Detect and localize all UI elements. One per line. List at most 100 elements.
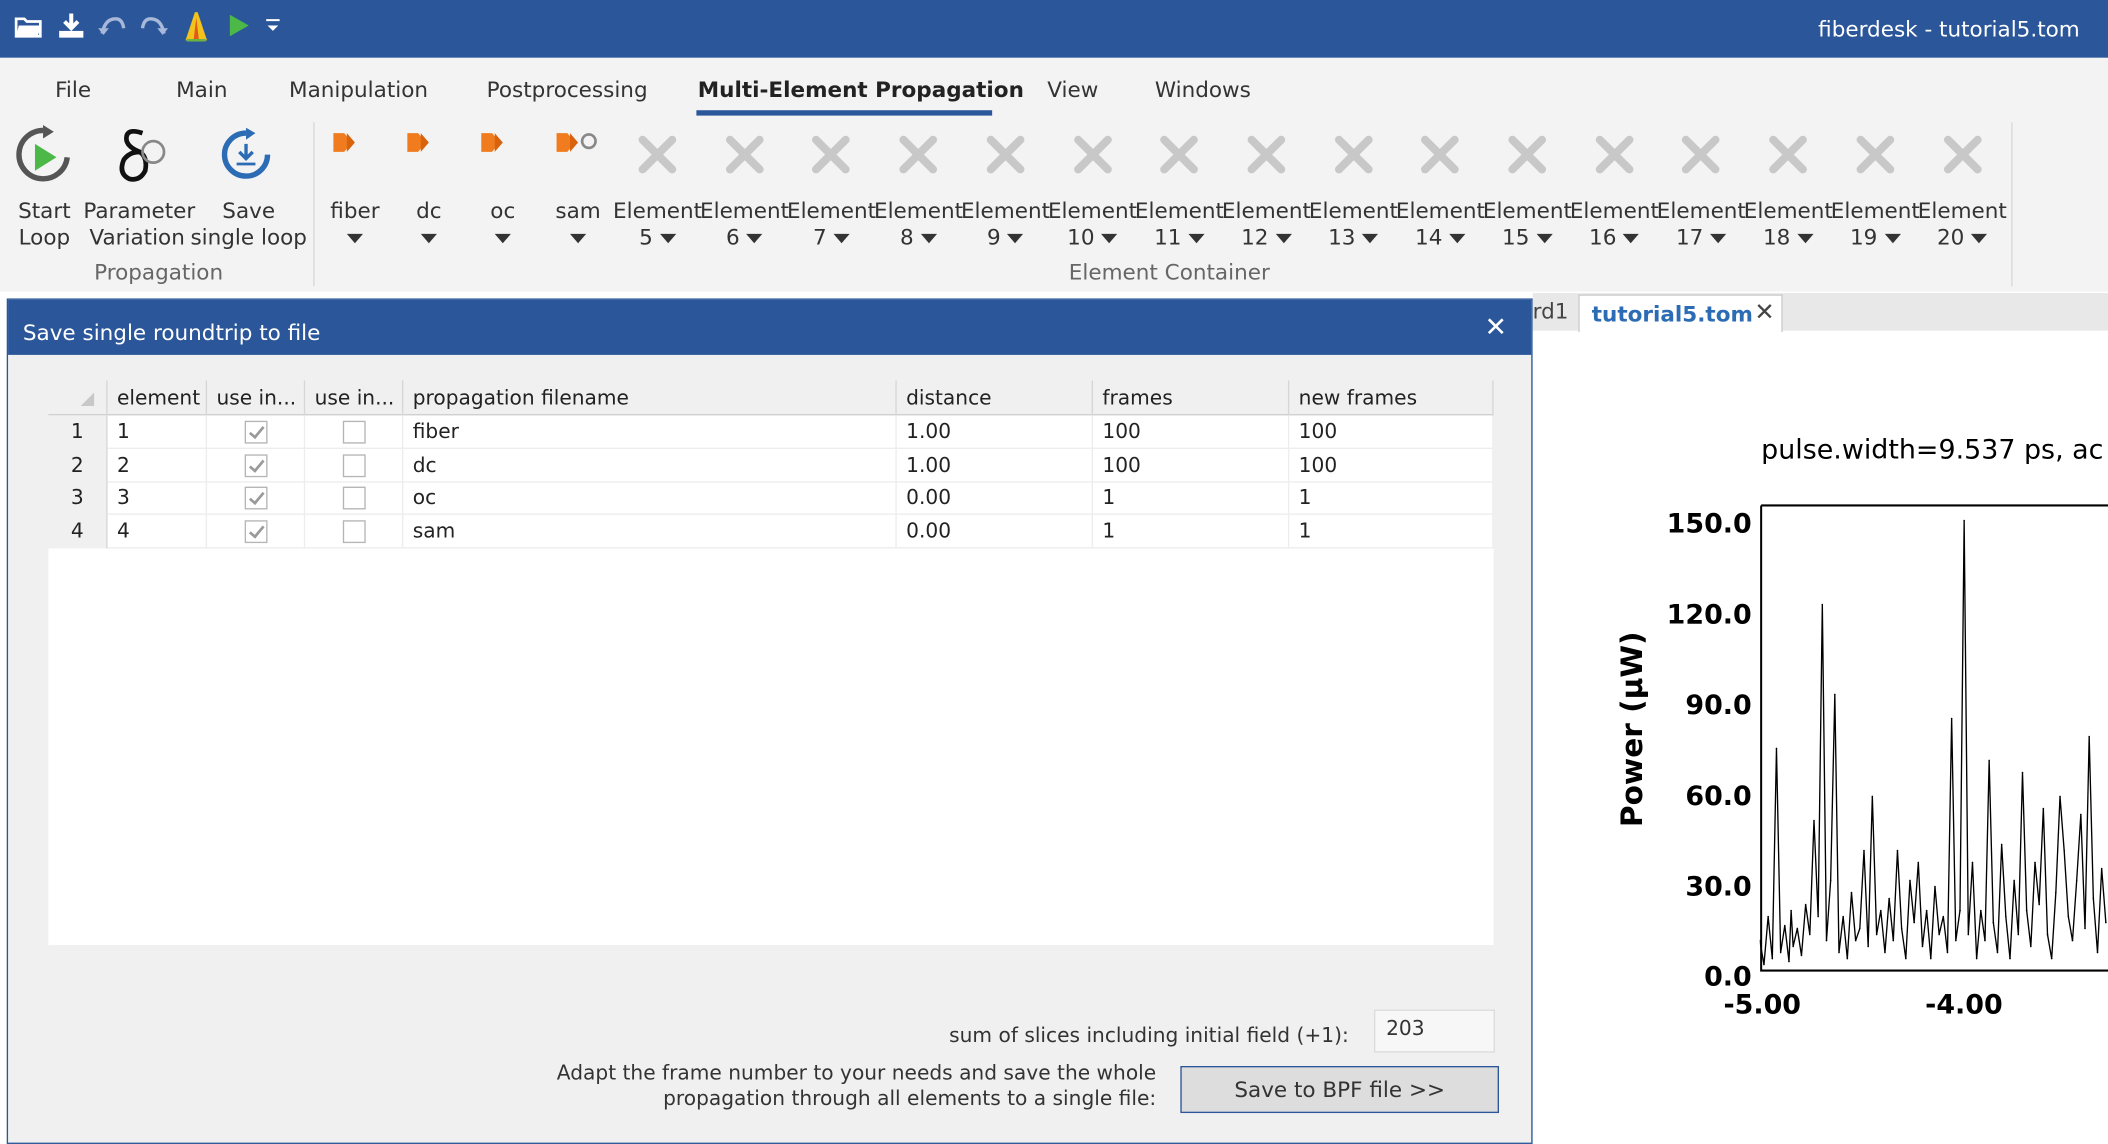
tab-main[interactable]: Main: [176, 77, 227, 103]
column-header-use-in-1[interactable]: use in...: [207, 380, 306, 416]
tab-manipulation[interactable]: Manipulation: [289, 77, 428, 103]
power-data-point: [2092, 897, 2095, 900]
tab-file[interactable]: File: [55, 77, 91, 103]
element-button-dc[interactable]: dc: [389, 198, 470, 252]
element-button-12[interactable]: Element 12: [1222, 198, 1311, 252]
element-button-5[interactable]: Element 5: [613, 198, 702, 252]
chevron-down-icon: [1884, 233, 1901, 244]
element-button-9[interactable]: Element 9: [961, 198, 1050, 252]
cell-frames[interactable]: 100: [1093, 415, 1290, 449]
cell-element[interactable]: 3: [108, 481, 208, 516]
table-row[interactable]: 2 2 dc 1.00 100 100: [48, 448, 1494, 483]
cell-frames[interactable]: 100: [1093, 448, 1290, 483]
column-header-new-frames[interactable]: new frames: [1289, 380, 1494, 416]
customize-icon[interactable]: [255, 8, 290, 43]
tab-view[interactable]: View: [1047, 77, 1098, 103]
column-header-element[interactable]: element: [108, 380, 208, 416]
plot-title: pulse.width=9.537 ps, ac: [1761, 432, 2104, 466]
cell-element[interactable]: 2: [108, 448, 208, 483]
cell-distance[interactable]: 1.00: [897, 415, 1093, 449]
table-header: element use in... use in... propagation …: [48, 380, 1494, 416]
chevron-down-icon: [1797, 233, 1814, 244]
use-in-checkbox-1[interactable]: [244, 453, 268, 477]
parameter-variation-icon: [108, 125, 170, 192]
cell-new-frames[interactable]: 1: [1289, 481, 1494, 516]
table-row[interactable]: 4 4 sam 0.00 1 1: [48, 514, 1494, 549]
column-header-frames[interactable]: frames: [1093, 380, 1290, 416]
element-button-7[interactable]: Element 7: [787, 198, 876, 252]
row-header[interactable]: 3: [48, 481, 108, 516]
start-loop-button[interactable]: Start Loop: [11, 198, 78, 252]
element-button-17[interactable]: Element 17: [1657, 198, 1746, 252]
disabled-x-icon: [1419, 133, 1462, 181]
power-data-point: [2046, 933, 2049, 936]
cell-new-frames[interactable]: 100: [1289, 415, 1494, 449]
play-icon[interactable]: [220, 8, 255, 43]
select-all-corner[interactable]: [48, 380, 108, 416]
cell-distance[interactable]: 0.00: [897, 514, 1093, 549]
element-button-11[interactable]: Element 11: [1135, 198, 1224, 252]
spectrum-icon[interactable]: [179, 8, 214, 43]
power-data-point: [1909, 879, 1911, 882]
redo-icon[interactable]: [137, 8, 172, 43]
tab-windows[interactable]: Windows: [1155, 77, 1251, 103]
tab-postprocessing[interactable]: Postprocessing: [487, 77, 648, 103]
cell-distance[interactable]: 1.00: [897, 448, 1093, 483]
undo-icon[interactable]: [94, 8, 129, 43]
use-in-checkbox-1[interactable]: [244, 519, 268, 543]
element-button-13[interactable]: Element 13: [1309, 198, 1398, 252]
column-header-use-in-2[interactable]: use in...: [305, 380, 404, 416]
cell-distance[interactable]: 0.00: [897, 481, 1093, 516]
power-data-point: [1809, 933, 1811, 936]
element-button-15[interactable]: Element 15: [1483, 198, 1572, 252]
row-header[interactable]: 2: [48, 448, 108, 483]
element-button-fiber[interactable]: fiber: [315, 198, 396, 252]
use-in-checkbox-1[interactable]: [244, 486, 268, 510]
table-row[interactable]: 1 1 fiber 1.00 100 100: [48, 415, 1494, 449]
parameter-variation-button[interactable]: Parameter Variation: [83, 198, 195, 252]
close-icon[interactable]: ✕: [1754, 298, 1774, 326]
power-data-point: [1875, 933, 1878, 936]
element-button-20[interactable]: Element 20: [1918, 198, 2007, 252]
open-folder-icon[interactable]: [11, 8, 46, 43]
element-button-19[interactable]: Element 19: [1831, 198, 1920, 252]
cell-new-frames[interactable]: 100: [1289, 448, 1494, 483]
use-in-checkbox-2[interactable]: [342, 453, 366, 477]
use-in-checkbox-2[interactable]: [342, 519, 366, 543]
row-header[interactable]: 4: [48, 514, 108, 549]
use-in-checkbox-2[interactable]: [342, 486, 366, 510]
element-button-8[interactable]: Element 8: [874, 198, 963, 252]
cell-frames[interactable]: 1: [1093, 481, 1290, 516]
use-in-checkbox-2[interactable]: [342, 420, 366, 444]
element-label: Element: [1308, 197, 1398, 224]
save-single-loop-button[interactable]: Save single loop: [188, 198, 309, 252]
row-header[interactable]: 1: [48, 415, 108, 449]
cell-filename[interactable]: fiber: [403, 415, 897, 449]
power-data-point: [1950, 717, 1953, 720]
doc-tab-previous[interactable]: rd1: [1533, 298, 1569, 324]
cell-frames[interactable]: 1: [1093, 514, 1290, 549]
table-row[interactable]: 3 3 oc 0.00 1 1: [48, 481, 1494, 516]
element-button-sam[interactable]: sam: [538, 198, 619, 252]
save-bpf-button[interactable]: Save to BPF file >>: [1180, 1065, 1499, 1114]
element-button-18[interactable]: Element 18: [1744, 198, 1833, 252]
cell-element[interactable]: 1: [108, 415, 208, 449]
element-button-oc[interactable]: oc: [462, 198, 543, 252]
element-button-14[interactable]: Element 14: [1396, 198, 1485, 252]
column-header-filename[interactable]: propagation filename: [403, 380, 897, 416]
cell-new-frames[interactable]: 1: [1289, 514, 1494, 549]
close-icon[interactable]: ✕: [1485, 311, 1508, 343]
tab-multi-element-propagation[interactable]: Multi-Element Propagation: [698, 77, 1024, 103]
download-icon[interactable]: [54, 8, 89, 43]
element-label: fiber: [330, 197, 380, 224]
cell-filename[interactable]: oc: [403, 481, 897, 516]
cell-element[interactable]: 4: [108, 514, 208, 549]
use-in-checkbox-1[interactable]: [244, 420, 268, 444]
element-button-10[interactable]: Element 10: [1048, 198, 1137, 252]
element-button-16[interactable]: Element 16: [1570, 198, 1659, 252]
doc-tab-tutorial5[interactable]: tutorial5.tom ✕: [1578, 294, 1783, 333]
cell-filename[interactable]: sam: [403, 514, 897, 549]
cell-filename[interactable]: dc: [403, 448, 897, 483]
column-header-distance[interactable]: distance: [897, 380, 1093, 416]
element-button-6[interactable]: Element 6: [700, 198, 789, 252]
